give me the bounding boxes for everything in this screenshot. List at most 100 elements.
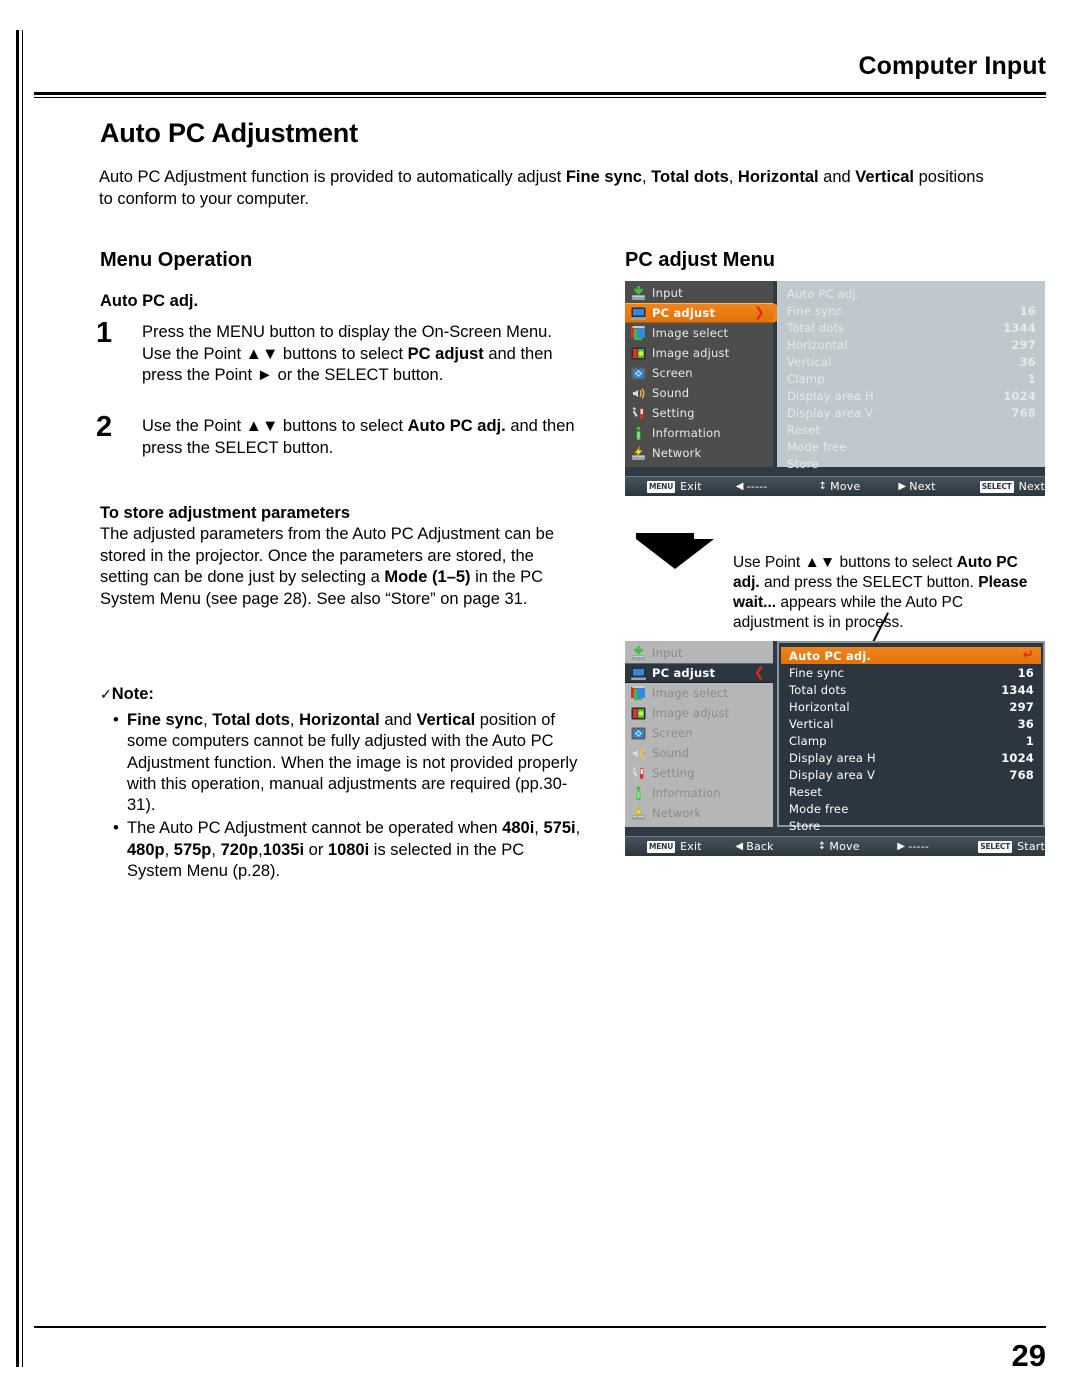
osd-sidebar-item-image-adjust[interactable]: Image adjust [625, 703, 773, 723]
step-2-number: 2 [96, 411, 113, 443]
osd-sidebar-item-information[interactable]: Information [625, 783, 773, 803]
osd-statusbar-move: ↕ Move [819, 480, 899, 493]
osd-sidebar-item-input[interactable]: Input [625, 283, 773, 303]
store-parameters-heading: To store adjustment parameters [100, 504, 351, 522]
arrow-caption: Use Point ▲▼ buttons to select Auto PC a… [733, 553, 1043, 633]
osd-item-total-dots[interactable]: Total dots 1344 [777, 319, 1045, 336]
osd-statusbar-label: Exit [680, 480, 702, 493]
osd-item-horizontal[interactable]: Horizontal 297 [779, 698, 1043, 715]
note2-or: or [304, 840, 328, 859]
note1-bold-fine-sync: Fine sync [127, 711, 204, 729]
screen-icon [631, 366, 646, 381]
osd-sidebar-item-image-adjust[interactable]: Image adjust [625, 343, 773, 363]
osd-item-reset[interactable]: Reset [779, 783, 1043, 800]
osd-item-label: Vertical [787, 354, 832, 369]
osd-item-fine-sync[interactable]: Fine sync 16 [779, 664, 1043, 681]
osd1-status-bar: MENU Exit ◀ ----- ↕ Move ▶ Next SELECT Next [625, 476, 1045, 496]
osd-sidebar-item-image-select[interactable]: Image select [625, 323, 773, 343]
screen-icon [631, 726, 646, 741]
osd-item-label: Horizontal [787, 337, 848, 352]
intro-paragraph: Auto PC Adjustment function is provided … [99, 167, 999, 210]
osd-item-auto-pc-adj[interactable]: Auto PC adj. [777, 285, 1045, 302]
osd-item-horizontal[interactable]: Horizontal 297 [777, 336, 1045, 353]
osd-item-label: Store [789, 818, 821, 833]
osd-item-display-area-h[interactable]: Display area H 1024 [777, 387, 1045, 404]
osd-sidebar-item-pc-adjust[interactable]: PC adjust ❯ [625, 303, 773, 323]
osd-sidebar-item-setting[interactable]: Setting [625, 403, 773, 423]
osd-item-clamp[interactable]: Clamp 1 [777, 370, 1045, 387]
osd-item-reset[interactable]: Reset [777, 421, 1045, 438]
network-icon [631, 805, 646, 821]
osd-sidebar-item-information[interactable]: Information [625, 423, 773, 443]
osd-sidebar-item-image-select[interactable]: Image select [625, 683, 773, 703]
osd-screenshot-auto-pc-adj-selected: Input PC adjust ❮ Image select Image adjust S… [625, 641, 1045, 856]
osd-sidebar-item-setting[interactable]: Setting [625, 763, 773, 783]
osd-item-display-area-v[interactable]: Display area V 768 [777, 404, 1045, 421]
pc-adjust-menu-heading: PC adjust Menu [625, 249, 776, 271]
input-icon [631, 284, 646, 301]
osd-item-fine-sync[interactable]: Fine sync 16 [777, 302, 1045, 319]
osd-item-label: Auto PC adj. [789, 648, 872, 663]
osd-sidebar-item-network[interactable]: Network [625, 803, 773, 823]
input-icon [631, 644, 646, 661]
osd-sidebar-item-sound[interactable]: Sound [625, 383, 773, 403]
osd-sidebar-item-input[interactable]: Input [625, 643, 773, 663]
down-arrow-icon [632, 531, 718, 571]
direction-glyph-icon: ↕ [817, 841, 827, 852]
osd-item-mode-free[interactable]: Mode free [779, 800, 1043, 817]
osd-item-value: 768 [1011, 405, 1036, 420]
direction-glyph-icon: ↕ [818, 481, 828, 492]
osd-item-label: Reset [787, 422, 821, 437]
header-rule [34, 92, 1046, 95]
osd-statusbar-label: Move [829, 840, 860, 853]
osd-item-total-dots[interactable]: Total dots 1344 [779, 681, 1043, 698]
osd-item-display-area-v[interactable]: Display area V 768 [779, 766, 1043, 783]
direction-glyph-icon: ▶ [898, 481, 907, 492]
osd-sidebar-item-screen[interactable]: Screen [625, 723, 773, 743]
osd-sidebar-item-label: Input [652, 646, 683, 660]
osd-item-display-area-h[interactable]: Display area H 1024 [779, 749, 1043, 766]
osd-item-auto-pc-adj[interactable]: Auto PC adj. ↵ [781, 647, 1041, 664]
image-select-icon [631, 325, 646, 341]
osd-item-label: Display area V [789, 767, 876, 782]
page-left-rule-thin [22, 30, 23, 1367]
osd-item-value: 1344 [1001, 682, 1034, 697]
osd-sidebar-item-network[interactable]: Network [625, 443, 773, 463]
osd-statusbar-label: ----- [908, 840, 930, 853]
store-bold-mode: Mode (1–5) [384, 568, 471, 586]
osd-item-label: Reset [789, 784, 823, 799]
sound-icon [631, 746, 646, 761]
osd-item-label: Mode free [789, 801, 849, 816]
osd-item-value: 16 [1019, 303, 1036, 318]
pc-adjust-icon [631, 666, 646, 681]
osd-item-mode-free[interactable]: Mode free [777, 438, 1045, 455]
osd-item-value: 297 [1009, 699, 1034, 714]
page-number: 29 [1011, 1338, 1046, 1373]
intro-bold-vertical: Vertical [855, 168, 915, 186]
osd-item-value: 1024 [1001, 750, 1034, 765]
footer-rule [34, 1326, 1046, 1328]
osd-sidebar-item-sound[interactable]: Sound [625, 743, 773, 763]
osd-statusbar-label: Next [909, 480, 936, 493]
osd-item-store[interactable]: Store [777, 455, 1045, 472]
osd-sidebar-item-pc-adjust[interactable]: PC adjust ❮ [625, 663, 773, 683]
setting-icon [631, 766, 646, 781]
osd-sidebar-item-label: Sound [652, 386, 690, 400]
osd-sidebar-item-label: Information [652, 426, 721, 440]
point-updown-icon: ▲▼ [245, 344, 279, 363]
caption-text-a: Use Point [733, 554, 805, 571]
osd-statusbar-label: Exit [680, 840, 702, 853]
osd-item-vertical[interactable]: Vertical 36 [779, 715, 1043, 732]
step-2-bold: Auto PC adj. [407, 417, 506, 435]
point-right-icon: ► [256, 366, 273, 384]
intro-bold-horizontal: Horizontal [737, 168, 819, 186]
direction-glyph-icon: ◀ [735, 841, 744, 852]
osd-sidebar-item-screen[interactable]: Screen [625, 363, 773, 383]
osd-item-label: Store [787, 456, 819, 471]
osd-item-clamp[interactable]: Clamp 1 [779, 732, 1043, 749]
osd-item-store[interactable]: Store [779, 817, 1043, 834]
osd-statusbar-: ◀ ----- [736, 480, 819, 493]
osd-sidebar-item-label: Image select [652, 326, 729, 340]
osd-item-vertical[interactable]: Vertical 36 [777, 353, 1045, 370]
pc-adjust-icon [631, 306, 646, 321]
